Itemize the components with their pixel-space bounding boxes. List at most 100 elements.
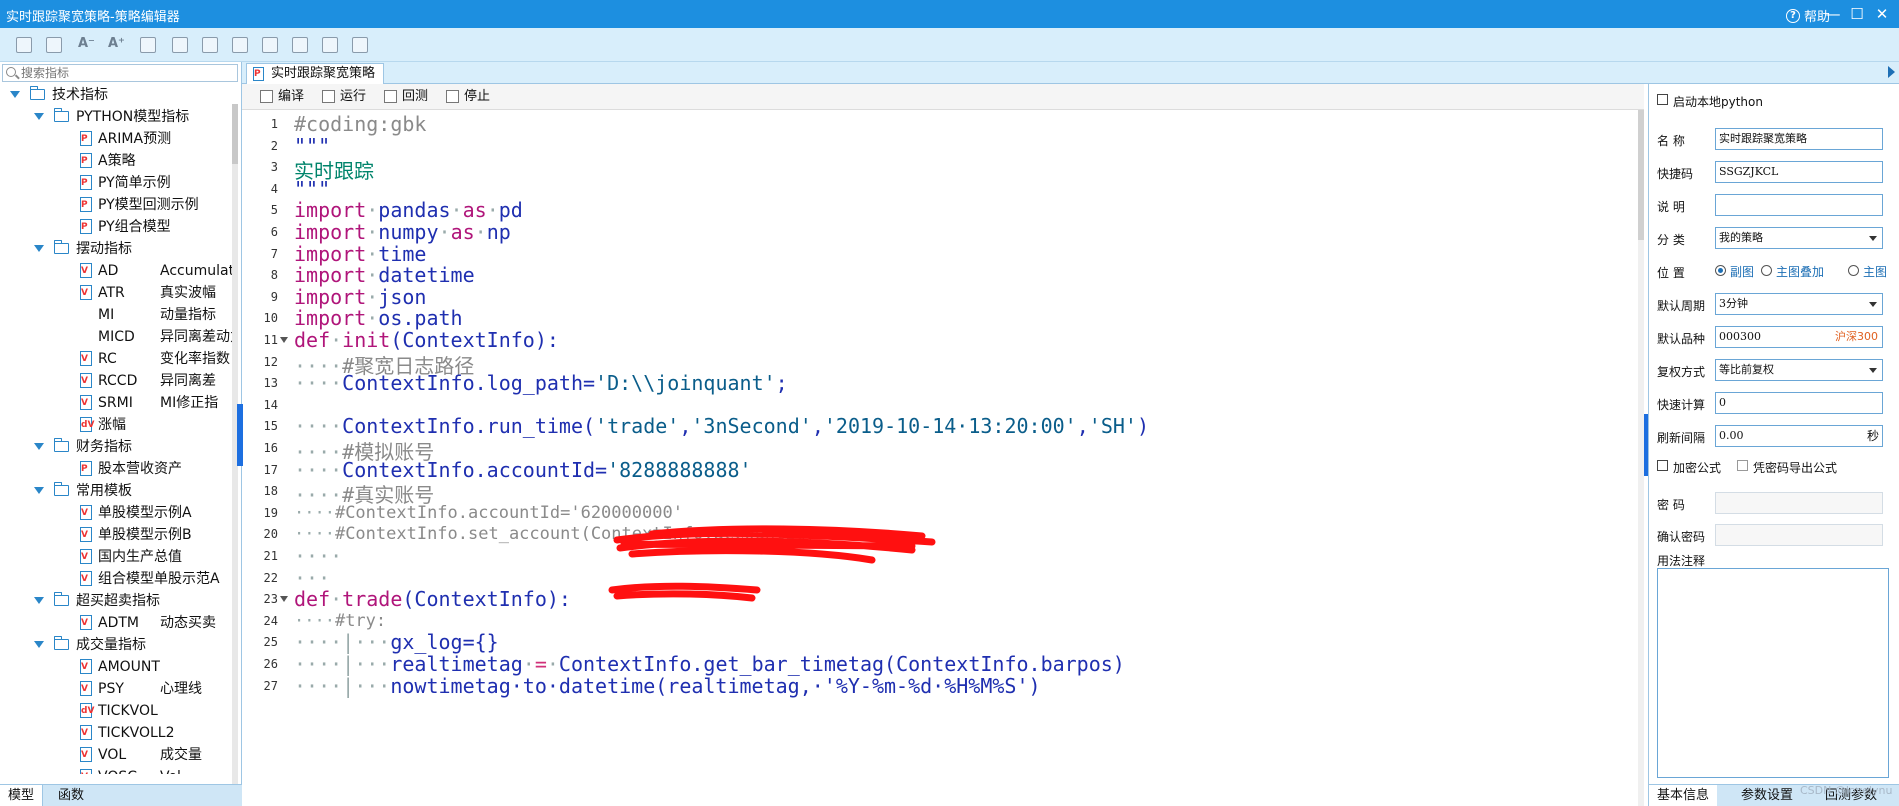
close-button[interactable]: ✕ <box>1871 3 1893 25</box>
upload-icon[interactable] <box>322 37 338 53</box>
position-radio-overlay[interactable] <box>1761 265 1772 276</box>
code-line[interactable]: ···· <box>294 544 342 568</box>
backtest-button[interactable]: 回测 <box>382 88 428 106</box>
code-line[interactable]: """ <box>294 177 330 201</box>
code-line[interactable]: ····#ContextInfo.accountId='620000000' <box>294 503 683 523</box>
code-editor[interactable]: 1 2 3 4 5 6 7 8 9 10 11 12 13 14 15 16 17 18 19 20 21 22 23 24 2… <box>242 110 1644 806</box>
code-line[interactable]: def·init(ContextInfo): <box>294 328 559 352</box>
search-input[interactable] <box>21 65 231 81</box>
confirm-password-field[interactable] <box>1715 524 1883 546</box>
editor-tab-active[interactable]: P 实时跟踪聚宽策略 <box>246 63 385 84</box>
tree-item[interactable]: MICD 异同离差动力 <box>0 326 236 348</box>
indicator-search[interactable] <box>2 64 238 82</box>
tree-folder[interactable]: 财务指标 <box>0 436 236 458</box>
tree-item[interactable]: V PSY 心理线 <box>0 678 236 700</box>
expand-arrow-icon[interactable] <box>34 443 44 450</box>
code-line[interactable]: ····ContextInfo.run_time('trade','3nSeco… <box>294 414 1149 438</box>
tree-item[interactable]: V AMOUNT <box>0 656 236 678</box>
tree-item[interactable]: V RCCD 异同离差 <box>0 370 236 392</box>
code-line[interactable]: import·datetime <box>294 263 475 287</box>
code-line[interactable]: import·pandas·as·pd <box>294 198 523 222</box>
code-line[interactable]: ····#try: <box>294 611 386 631</box>
tree-item[interactable]: V VOSC Vol <box>0 766 236 774</box>
tab-model[interactable]: 模型 <box>0 785 44 806</box>
tree-folder[interactable]: 超买超卖指标 <box>0 590 236 612</box>
save-all-icon[interactable] <box>46 37 62 53</box>
encrypt-checkbox[interactable] <box>1657 460 1668 471</box>
position-radio-main[interactable] <box>1848 265 1859 276</box>
tree-item[interactable]: V AD Accumulat <box>0 260 236 282</box>
tab-parameters[interactable]: 参数设置 <box>1733 785 1801 806</box>
compile-button[interactable]: 编译 <box>258 88 304 106</box>
expand-arrow-icon[interactable] <box>34 597 44 604</box>
adjust-select[interactable]: 等比前复权 <box>1715 359 1883 381</box>
position-option-main[interactable]: 主图 <box>1863 263 1887 280</box>
tree-item[interactable]: MI 动量指标 <box>0 304 236 326</box>
tree-item[interactable]: V 组合模型单股示范A <box>0 568 236 590</box>
tree-folder[interactable]: PYTHON模型指标 <box>0 106 236 128</box>
name-field[interactable]: 实时跟踪聚宽策略 <box>1715 128 1883 150</box>
refresh-field[interactable]: 0.00 秒 <box>1715 425 1883 447</box>
import-icon[interactable] <box>140 37 156 53</box>
tree-item[interactable]: V RC 变化率指数 <box>0 348 236 370</box>
tree-item[interactable]: P ARIMA预测 <box>0 128 236 150</box>
fold-toggle-icon[interactable] <box>280 596 288 603</box>
description-field[interactable] <box>1715 194 1883 216</box>
tree-folder[interactable]: 技术指标 <box>0 84 236 106</box>
tree-item[interactable]: P PY模型回测示例 <box>0 194 236 216</box>
editor-scrollbar-thumb[interactable] <box>1638 110 1644 240</box>
tree-item[interactable]: P PY简单示例 <box>0 172 236 194</box>
tree-item[interactable]: V 国内生产总值 <box>0 546 236 568</box>
tree-item[interactable]: dV TICKVOL <box>0 700 236 722</box>
tab-scroll-right-icon[interactable] <box>1888 66 1895 78</box>
notes-textarea[interactable] <box>1657 568 1889 778</box>
expand-arrow-icon[interactable] <box>34 245 44 252</box>
expand-arrow-icon[interactable] <box>10 91 20 98</box>
code-line[interactable]: #coding:gbk <box>294 112 426 136</box>
tree-folder[interactable]: 常用模板 <box>0 480 236 502</box>
tree-item[interactable]: V ATR 真实波幅 <box>0 282 236 304</box>
position-option-overlay[interactable]: 主图叠加 <box>1776 263 1824 280</box>
font-increase-icon[interactable]: A⁺ <box>108 36 125 52</box>
tree-item[interactable]: V TICKVOLL2 <box>0 722 236 744</box>
password-field[interactable] <box>1715 492 1883 514</box>
expand-arrow-icon[interactable] <box>34 641 44 648</box>
quickcalc-field[interactable]: 0 <box>1715 392 1883 414</box>
code-line[interactable]: ····|···nowtimetag·to·datetime(realtimet… <box>294 674 1041 698</box>
code-line[interactable]: import·json <box>294 285 426 309</box>
copy-icon[interactable] <box>232 37 248 53</box>
tree-item[interactable]: V 单股模型示例A <box>0 502 236 524</box>
tree-item[interactable]: dV 涨幅 <box>0 414 236 436</box>
tree-item[interactable]: V ADTM 动态买卖 <box>0 612 236 634</box>
code-line[interactable]: """ <box>294 134 330 158</box>
check-icon[interactable] <box>202 37 218 53</box>
code-line[interactable]: ····|···realtimetag·=·ContextInfo.get_ba… <box>294 652 1125 676</box>
font-decrease-icon[interactable]: A⁻ <box>78 36 95 52</box>
tree-folder[interactable]: 摆动指标 <box>0 238 236 260</box>
position-radio-sub[interactable] <box>1715 265 1726 276</box>
code-line[interactable]: import·os.path <box>294 306 463 330</box>
tab-basic-info[interactable]: 基本信息 <box>1649 785 1718 806</box>
export-password-checkbox[interactable] <box>1737 460 1748 471</box>
tree-folder[interactable]: 成交量指标 <box>0 634 236 656</box>
stop-button[interactable]: 停止 <box>444 88 490 106</box>
period-select[interactable]: 3分钟 <box>1715 293 1883 315</box>
run-button[interactable]: 运行 <box>320 88 366 106</box>
position-option-sub[interactable]: 副图 <box>1730 263 1754 280</box>
lock-icon[interactable] <box>352 37 368 53</box>
code-line[interactable]: import·numpy·as·np <box>294 220 511 244</box>
tree-scrollbar-thumb[interactable] <box>232 104 238 164</box>
code-line[interactable]: ··· <box>294 566 330 590</box>
export-icon[interactable] <box>172 37 188 53</box>
download-icon[interactable] <box>292 37 308 53</box>
fold-toggle-icon[interactable] <box>280 337 288 343</box>
tree-item[interactable]: P A策略 <box>0 150 236 172</box>
tree-item[interactable]: V 单股模型示例B <box>0 524 236 546</box>
expand-arrow-icon[interactable] <box>34 487 44 494</box>
save-icon[interactable] <box>16 37 32 53</box>
tree-item[interactable]: V SRMI MI修正指 <box>0 392 236 414</box>
code-line[interactable]: def·trade(ContextInfo): <box>294 587 571 611</box>
symbol-field[interactable]: 000300 沪深300 <box>1715 326 1883 348</box>
local-python-checkbox[interactable] <box>1657 94 1668 105</box>
tab-function[interactable]: 函数 <box>50 785 92 806</box>
